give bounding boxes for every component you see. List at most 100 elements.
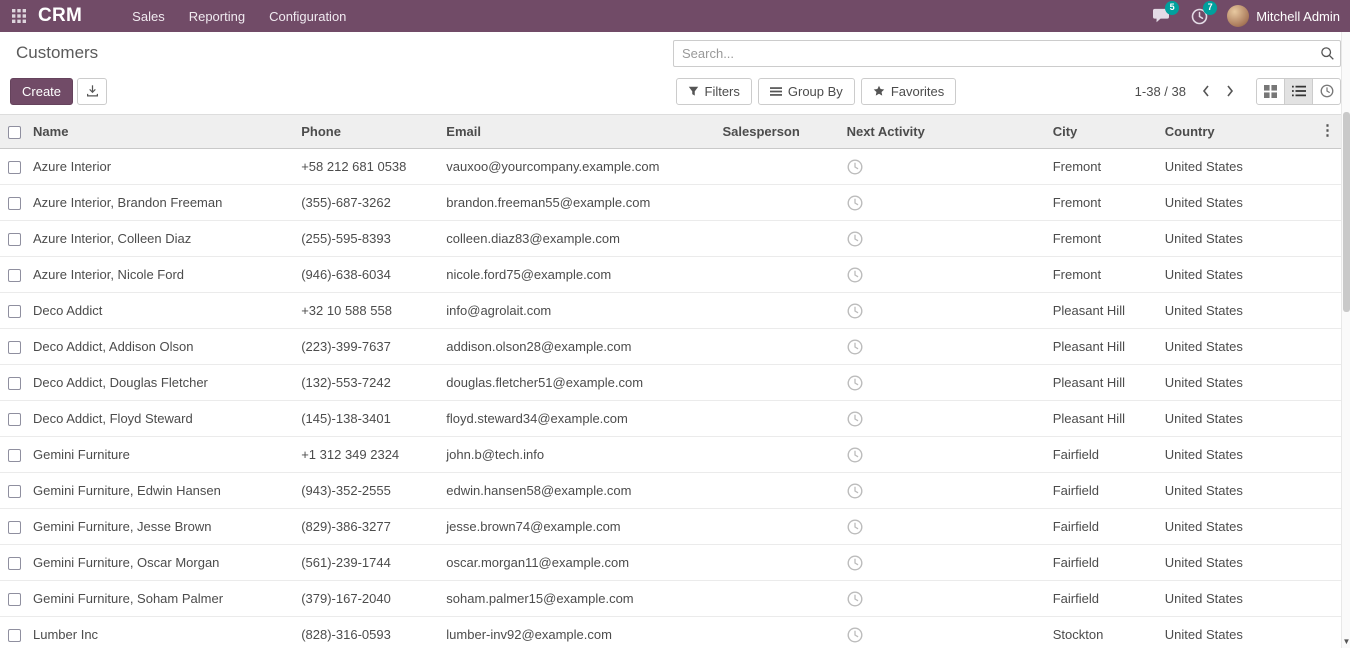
- vertical-scrollbar[interactable]: ▼: [1341, 32, 1350, 648]
- app-brand[interactable]: CRM: [38, 5, 82, 27]
- table-row[interactable]: Gemini Furniture, Soham Palmer(379)-167-…: [0, 581, 1341, 617]
- cell-next-activity[interactable]: [842, 365, 1048, 401]
- cell-name[interactable]: Azure Interior, Nicole Ford: [28, 257, 296, 293]
- table-row[interactable]: Lumber Inc(828)-316-0593lumber-inv92@exa…: [0, 617, 1341, 648]
- cell-next-activity[interactable]: [842, 329, 1048, 365]
- table-row[interactable]: Deco Addict, Addison Olson(223)-399-7637…: [0, 329, 1341, 365]
- table-row[interactable]: Azure Interior, Brandon Freeman(355)-687…: [0, 185, 1341, 221]
- table-row[interactable]: Gemini Furniture+1 312 349 2324john.b@te…: [0, 437, 1341, 473]
- cell-next-activity[interactable]: [842, 185, 1048, 221]
- row-checkbox-cell[interactable]: [0, 509, 28, 545]
- messages-icon[interactable]: 5: [1151, 7, 1171, 25]
- activity-clock-icon[interactable]: [847, 411, 863, 427]
- row-checkbox[interactable]: [8, 485, 21, 498]
- table-row[interactable]: Azure Interior+58 212 681 0538vauxoo@you…: [0, 149, 1341, 185]
- cell-name[interactable]: Deco Addict, Floyd Steward: [28, 401, 296, 437]
- row-checkbox[interactable]: [8, 557, 21, 570]
- row-checkbox-cell[interactable]: [0, 365, 28, 401]
- header-city[interactable]: City: [1048, 115, 1160, 149]
- pager-next-icon[interactable]: [1220, 81, 1240, 101]
- row-checkbox[interactable]: [8, 593, 21, 606]
- row-checkbox-cell[interactable]: [0, 329, 28, 365]
- activity-clock-icon[interactable]: [847, 627, 863, 643]
- group-by-button[interactable]: Group By: [758, 78, 855, 105]
- scrollbar-thumb[interactable]: [1343, 112, 1350, 312]
- create-button[interactable]: Create: [10, 78, 73, 105]
- pager-previous-icon[interactable]: [1196, 81, 1216, 101]
- activity-clock-icon[interactable]: [847, 231, 863, 247]
- activity-clock-icon[interactable]: [847, 339, 863, 355]
- cell-next-activity[interactable]: [842, 149, 1048, 185]
- row-checkbox-cell[interactable]: [0, 581, 28, 617]
- activity-clock-icon[interactable]: [847, 483, 863, 499]
- row-checkbox[interactable]: [8, 629, 21, 642]
- row-checkbox[interactable]: [8, 197, 21, 210]
- activity-clock-icon[interactable]: [847, 195, 863, 211]
- activity-clock-icon[interactable]: [847, 303, 863, 319]
- kanban-view-icon[interactable]: [1256, 78, 1285, 105]
- select-all-checkbox[interactable]: [8, 126, 21, 139]
- row-checkbox-cell[interactable]: [0, 149, 28, 185]
- cell-name[interactable]: Azure Interior: [28, 149, 296, 185]
- cell-name[interactable]: Deco Addict: [28, 293, 296, 329]
- search-input[interactable]: [674, 46, 1314, 61]
- header-name[interactable]: Name: [28, 115, 296, 149]
- row-checkbox[interactable]: [8, 161, 21, 174]
- scrollbar-down-arrow[interactable]: ▼: [1342, 635, 1350, 647]
- select-all-cell[interactable]: [0, 115, 28, 149]
- row-checkbox-cell[interactable]: [0, 545, 28, 581]
- header-salesperson[interactable]: Salesperson: [718, 115, 842, 149]
- header-email[interactable]: Email: [441, 115, 717, 149]
- row-checkbox[interactable]: [8, 233, 21, 246]
- filters-button[interactable]: Filters: [676, 78, 752, 105]
- row-checkbox-cell[interactable]: [0, 473, 28, 509]
- table-row[interactable]: Deco Addict, Douglas Fletcher(132)-553-7…: [0, 365, 1341, 401]
- export-icon[interactable]: [77, 78, 107, 105]
- favorites-button[interactable]: Favorites: [861, 78, 956, 105]
- row-checkbox[interactable]: [8, 521, 21, 534]
- menu-sales[interactable]: Sales: [122, 2, 175, 31]
- cell-name[interactable]: Gemini Furniture, Jesse Brown: [28, 509, 296, 545]
- cell-name[interactable]: Lumber Inc: [28, 617, 296, 648]
- table-row[interactable]: Azure Interior, Nicole Ford(946)-638-603…: [0, 257, 1341, 293]
- activities-icon[interactable]: 7: [1189, 7, 1209, 25]
- cell-next-activity[interactable]: [842, 221, 1048, 257]
- activity-view-icon[interactable]: [1312, 78, 1341, 105]
- cell-name[interactable]: Deco Addict, Douglas Fletcher: [28, 365, 296, 401]
- cell-next-activity[interactable]: [842, 581, 1048, 617]
- table-row[interactable]: Gemini Furniture, Oscar Morgan(561)-239-…: [0, 545, 1341, 581]
- row-checkbox-cell[interactable]: [0, 401, 28, 437]
- activity-clock-icon[interactable]: [847, 159, 863, 175]
- activity-clock-icon[interactable]: [847, 267, 863, 283]
- cell-name[interactable]: Azure Interior, Brandon Freeman: [28, 185, 296, 221]
- table-row[interactable]: Deco Addict, Floyd Steward(145)-138-3401…: [0, 401, 1341, 437]
- list-view-icon[interactable]: [1284, 78, 1313, 105]
- row-checkbox-cell[interactable]: [0, 185, 28, 221]
- cell-name[interactable]: Gemini Furniture, Oscar Morgan: [28, 545, 296, 581]
- table-row[interactable]: Gemini Furniture, Edwin Hansen(943)-352-…: [0, 473, 1341, 509]
- row-checkbox-cell[interactable]: [0, 257, 28, 293]
- header-phone[interactable]: Phone: [296, 115, 441, 149]
- menu-reporting[interactable]: Reporting: [179, 2, 255, 31]
- cell-next-activity[interactable]: [842, 617, 1048, 648]
- row-checkbox[interactable]: [8, 269, 21, 282]
- cell-name[interactable]: Deco Addict, Addison Olson: [28, 329, 296, 365]
- activity-clock-icon[interactable]: [847, 447, 863, 463]
- row-checkbox-cell[interactable]: [0, 221, 28, 257]
- user-menu[interactable]: Mitchell Admin: [1227, 5, 1340, 27]
- cell-next-activity[interactable]: [842, 437, 1048, 473]
- search-icon[interactable]: [1314, 41, 1340, 66]
- cell-next-activity[interactable]: [842, 257, 1048, 293]
- cell-next-activity[interactable]: [842, 545, 1048, 581]
- row-checkbox[interactable]: [8, 413, 21, 426]
- row-checkbox-cell[interactable]: [0, 437, 28, 473]
- row-checkbox[interactable]: [8, 341, 21, 354]
- cell-next-activity[interactable]: [842, 293, 1048, 329]
- header-next-activity[interactable]: Next Activity: [842, 115, 1048, 149]
- row-checkbox-cell[interactable]: [0, 293, 28, 329]
- cell-next-activity[interactable]: [842, 401, 1048, 437]
- cell-name[interactable]: Azure Interior, Colleen Diaz: [28, 221, 296, 257]
- table-row[interactable]: Gemini Furniture, Jesse Brown(829)-386-3…: [0, 509, 1341, 545]
- cell-next-activity[interactable]: [842, 473, 1048, 509]
- row-checkbox-cell[interactable]: [0, 617, 28, 648]
